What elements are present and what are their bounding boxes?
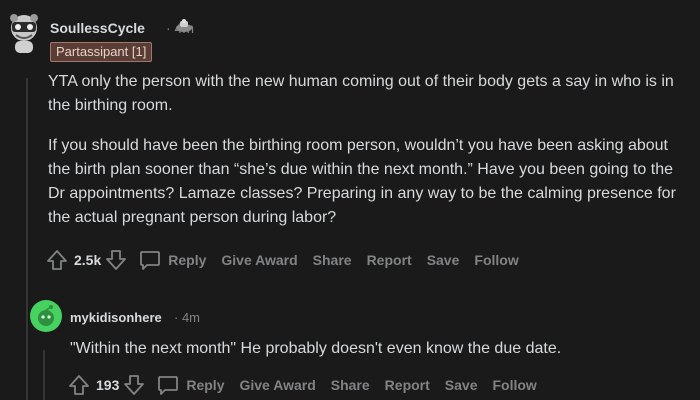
downvote-arrow-icon[interactable] bbox=[105, 249, 127, 271]
comment-author[interactable]: mykidisonhere bbox=[70, 310, 162, 325]
comment-action-bar: 2.5k Reply Give Award Share Report Save … bbox=[46, 249, 534, 271]
share-button[interactable]: Share bbox=[313, 252, 352, 268]
thread-line[interactable] bbox=[43, 350, 45, 400]
comment-paragraph: YTA only the person with the new human c… bbox=[48, 73, 674, 114]
save-button[interactable]: Save bbox=[427, 252, 460, 268]
award-icon[interactable] bbox=[174, 18, 194, 34]
comment-action-bar: 193 Reply Give Award Share Report Save F… bbox=[68, 374, 552, 396]
give-award-button[interactable]: Give Award bbox=[221, 252, 297, 268]
comment-timestamp[interactable]: · 4m bbox=[174, 310, 200, 325]
share-button[interactable]: Share bbox=[331, 377, 370, 393]
upvote-arrow-icon[interactable] bbox=[46, 249, 68, 271]
vote-count: 2.5k bbox=[74, 252, 102, 268]
report-button[interactable]: Report bbox=[367, 252, 412, 268]
downvote-arrow-icon[interactable] bbox=[123, 374, 145, 396]
snoo-avatar-icon[interactable] bbox=[4, 10, 44, 56]
comment-body: "Within the next month" He probably does… bbox=[70, 340, 562, 357]
speech-bubble-icon bbox=[140, 251, 161, 270]
reply-button[interactable]: Reply bbox=[157, 375, 224, 395]
reply-button[interactable]: Reply bbox=[139, 250, 206, 270]
comment-body: YTA only the person with the new human c… bbox=[48, 70, 688, 246]
give-award-button[interactable]: Give Award bbox=[239, 377, 315, 393]
comment-author[interactable]: SoullessCycle bbox=[50, 20, 145, 36]
follow-button[interactable]: Follow bbox=[474, 252, 518, 268]
comment-paragraph: If you should have been the birthing roo… bbox=[48, 137, 676, 226]
upvote-arrow-icon[interactable] bbox=[68, 374, 90, 396]
save-button[interactable]: Save bbox=[445, 377, 478, 393]
vote-count: 193 bbox=[96, 377, 120, 393]
follow-button[interactable]: Follow bbox=[493, 377, 537, 393]
green-snoo-avatar-icon[interactable] bbox=[30, 300, 62, 332]
speech-bubble-icon bbox=[158, 376, 179, 395]
thread-line[interactable] bbox=[26, 78, 28, 400]
user-flair: Partassipant [1] bbox=[50, 42, 153, 62]
report-button[interactable]: Report bbox=[385, 377, 430, 393]
